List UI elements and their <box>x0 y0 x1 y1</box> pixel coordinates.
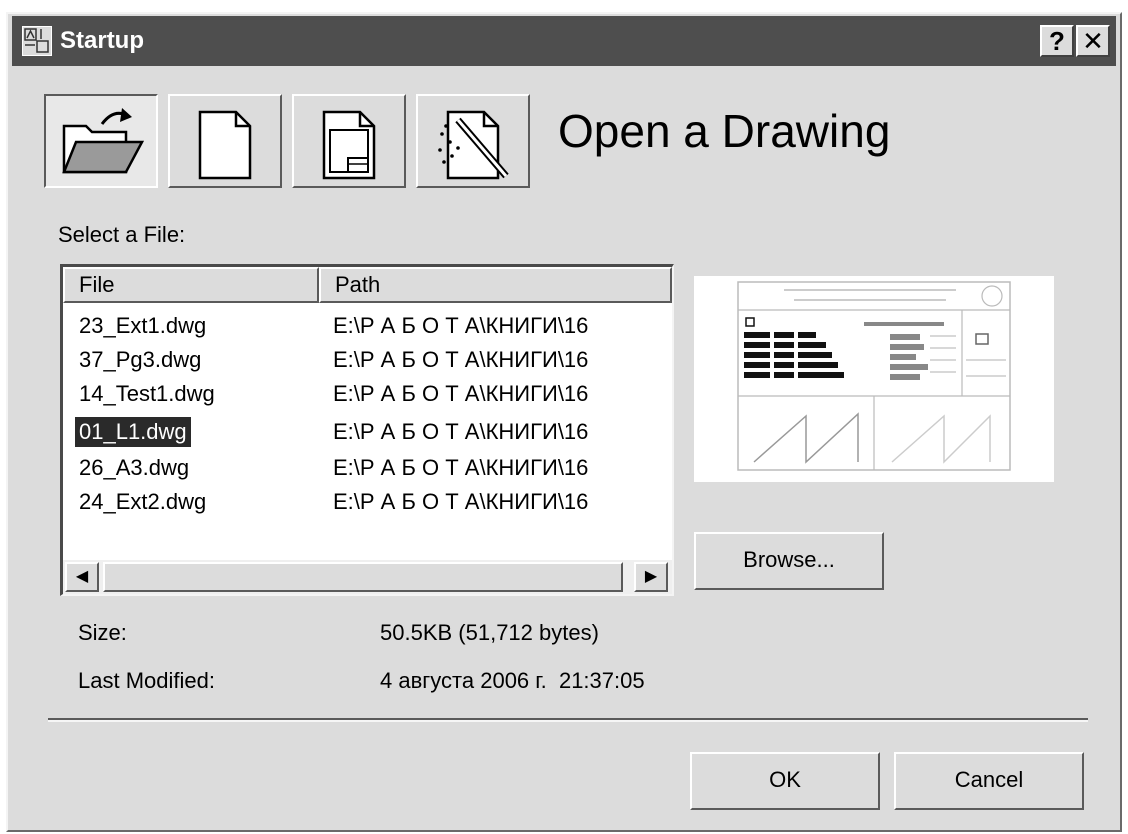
size-label: Size: <box>78 620 127 645</box>
use-template-button[interactable] <box>292 94 406 188</box>
ok-button[interactable]: OK <box>690 752 880 810</box>
open-folder-icon <box>62 108 145 174</box>
file-path: E:\Р А Б О Т А\КНИГИ\16 <box>333 381 589 406</box>
file-path: E:\Р А Б О Т А\КНИГИ\16 <box>333 489 589 514</box>
close-button[interactable]: ✕ <box>1076 25 1110 57</box>
template-page-icon <box>322 110 376 180</box>
cancel-button[interactable]: Cancel <box>894 752 1084 810</box>
file-name: 26_A3.dwg <box>79 455 190 480</box>
last-modified-value: 4 августа 2006 г. 21:37:05 <box>380 668 645 693</box>
start-from-scratch-button[interactable] <box>168 94 282 188</box>
file-path: E:\Р А Б О Т А\КНИГИ\16 <box>333 347 589 372</box>
last-modified-label: Last Modified: <box>78 668 215 693</box>
separator-highlight <box>48 720 1088 722</box>
drawing-preview <box>694 276 1054 482</box>
scroll-right-button[interactable]: ▶ <box>634 562 668 592</box>
file-name: 24_Ext2.dwg <box>79 489 207 514</box>
drawing-thumbnail <box>737 281 1011 471</box>
help-button[interactable]: ? <box>1040 25 1074 57</box>
close-icon: ✕ <box>1082 26 1104 56</box>
file-name: 01_L1.dwg <box>75 417 191 447</box>
table-row[interactable]: 37_Pg3.dwg E:\Р А Б О Т А\КНИГИ\16 <box>63 345 672 375</box>
file-path: E:\Р А Б О Т А\КНИГИ\16 <box>333 455 589 480</box>
browse-button[interactable]: Browse... <box>694 532 884 590</box>
use-wizard-button[interactable] <box>416 94 530 188</box>
arrow-left-icon: ◀ <box>75 568 89 585</box>
file-name: 23_Ext1.dwg <box>79 313 207 338</box>
table-row-selected[interactable]: 01_L1.dwg E:\Р А Б О Т А\КНИГИ\16 <box>63 417 672 447</box>
table-row[interactable]: 23_Ext1.dwg E:\Р А Б О Т А\КНИГИ\16 <box>63 311 672 341</box>
file-list[interactable]: File Path 23_Ext1.dwg E:\Р А Б О Т А\КНИ… <box>60 264 674 596</box>
arrow-right-icon: ▶ <box>644 568 658 585</box>
scrollbar-thumb[interactable] <box>103 562 623 592</box>
horizontal-scrollbar[interactable]: ◀ ▶ <box>63 560 672 594</box>
file-path: E:\Р А Б О Т А\КНИГИ\16 <box>333 419 589 444</box>
title-bar[interactable]: Startup ? ✕ <box>12 16 1116 66</box>
column-header-path[interactable]: Path <box>319 267 672 303</box>
table-row[interactable]: 24_Ext2.dwg E:\Р А Б О Т А\КНИГИ\16 <box>63 487 672 517</box>
scroll-left-button[interactable]: ◀ <box>65 562 99 592</box>
column-header-file[interactable]: File <box>63 267 319 303</box>
select-file-label: Select a File: <box>58 222 186 247</box>
autocad-app-icon <box>22 26 52 56</box>
help-icon: ? <box>1049 26 1065 56</box>
wizard-wand-icon <box>438 110 509 180</box>
table-row[interactable]: 26_A3.dwg E:\Р А Б О Т А\КНИГИ\16 <box>63 453 672 483</box>
file-name: 37_Pg3.dwg <box>79 347 202 372</box>
blank-page-icon <box>198 110 252 180</box>
page-heading: Open a Drawing <box>558 105 891 157</box>
size-value: 50.5KB (51,712 bytes) <box>380 620 599 645</box>
file-path: E:\Р А Б О Т А\КНИГИ\16 <box>333 313 589 338</box>
window-title: Startup <box>60 27 144 54</box>
open-drawing-button[interactable] <box>44 94 158 188</box>
startup-dialog: Startup ? ✕ Open a Drawing Select a File… <box>6 12 1122 832</box>
table-row[interactable]: 14_Test1.dwg E:\Р А Б О Т А\КНИГИ\16 <box>63 379 672 409</box>
file-name: 14_Test1.dwg <box>79 381 215 406</box>
